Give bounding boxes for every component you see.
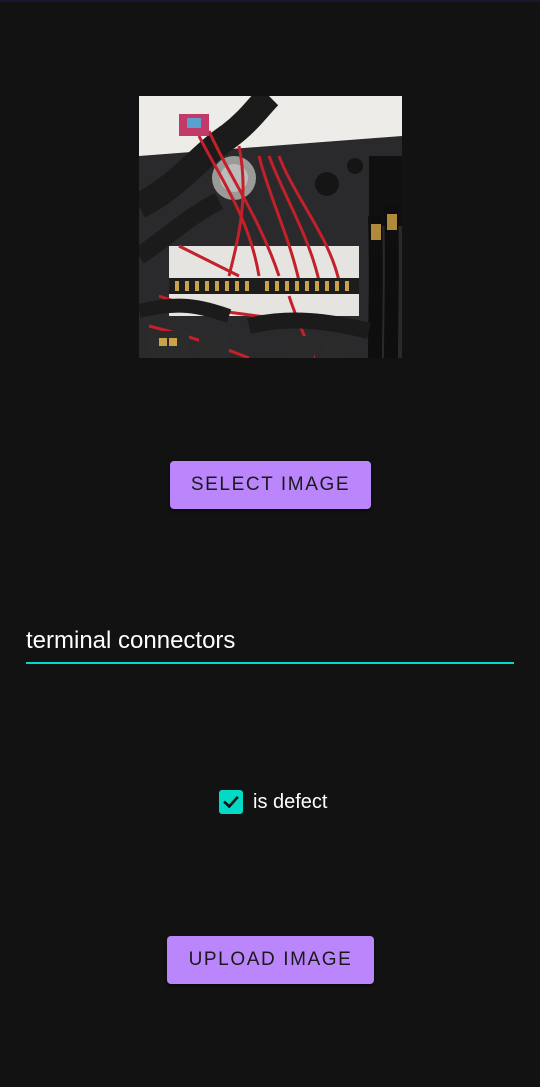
- defect-checkbox[interactable]: is defect: [219, 789, 327, 815]
- upload-image-button[interactable]: UPLOAD IMAGE: [167, 936, 374, 984]
- checkmark-icon: [223, 795, 239, 809]
- defect-checkbox-label: is defect: [253, 790, 328, 813]
- checkbox-checked-icon[interactable]: [219, 790, 243, 814]
- description-input[interactable]: [26, 620, 514, 664]
- wiring-panel-photo: [139, 96, 402, 358]
- select-image-button[interactable]: SELECT IMAGE: [170, 461, 371, 509]
- description-field[interactable]: [26, 620, 514, 666]
- status-bar-edge: [0, 0, 540, 2]
- app-screen: SELECT IMAGE is defect UPLOAD IMAGE: [0, 0, 540, 1087]
- image-preview: [139, 96, 402, 358]
